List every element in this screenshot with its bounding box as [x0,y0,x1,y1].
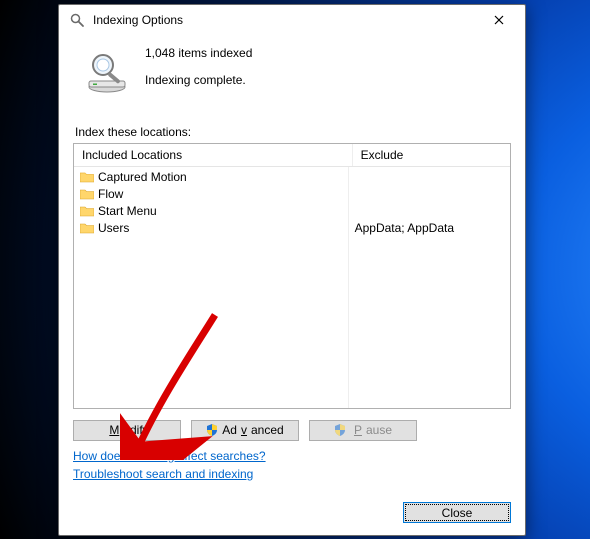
troubleshoot-link[interactable]: Troubleshoot search and indexing [73,467,253,481]
titlebar: Indexing Options [59,5,525,35]
list-item-label: Users [98,221,129,235]
listview-header: Included Locations Exclude [74,144,510,167]
dialog-content: 1,048 items indexed Indexing complete. I… [59,35,525,535]
exclude-cell [355,186,504,203]
shield-icon [206,424,218,436]
locations-label: Index these locations: [75,125,511,139]
list-item-label: Start Menu [98,204,157,218]
list-item[interactable]: Flow [80,186,342,203]
locations-listview[interactable]: Included Locations Exclude Captured Moti… [73,143,511,409]
close-button[interactable]: Close [403,502,511,523]
exclude-cell: AppData; AppData [355,220,504,237]
items-indexed-count: 1,048 items indexed [145,45,252,62]
folder-icon [80,188,94,200]
close-icon[interactable] [479,7,519,33]
magnifier-drive-icon [83,47,131,95]
exclude-cell [355,203,504,220]
list-item[interactable]: Start Menu [80,203,342,220]
list-item-label: Flow [98,187,123,201]
help-link[interactable]: How does indexing affect searches? [73,449,266,463]
column-header-included[interactable]: Included Locations [74,144,353,166]
dialog-title: Indexing Options [93,13,479,27]
folder-icon [80,222,94,234]
pause-button: Pause [309,420,417,441]
shield-icon [334,424,346,436]
included-locations-column: Captured Motion Flow Start Menu [74,167,349,408]
exclude-cell [355,169,504,186]
indexing-status-line: Indexing complete. [145,72,252,89]
indexing-options-dialog: Indexing Options 1,048 items ind [58,4,526,536]
exclude-column: AppData; AppData [349,167,510,408]
advanced-button[interactable]: Advanced [191,420,299,441]
button-row: Modify Advanced Pause [73,420,511,441]
folder-icon [80,205,94,217]
list-item[interactable]: Captured Motion [80,169,342,186]
folder-icon [80,171,94,183]
list-item-label: Captured Motion [98,170,187,184]
status-text: 1,048 items indexed Indexing complete. [145,43,252,99]
status-row: 1,048 items indexed Indexing complete. [73,43,511,99]
column-header-exclude[interactable]: Exclude [353,144,510,166]
list-item[interactable]: Users [80,220,342,237]
search-icon [69,12,85,28]
modify-button[interactable]: Modify [73,420,181,441]
